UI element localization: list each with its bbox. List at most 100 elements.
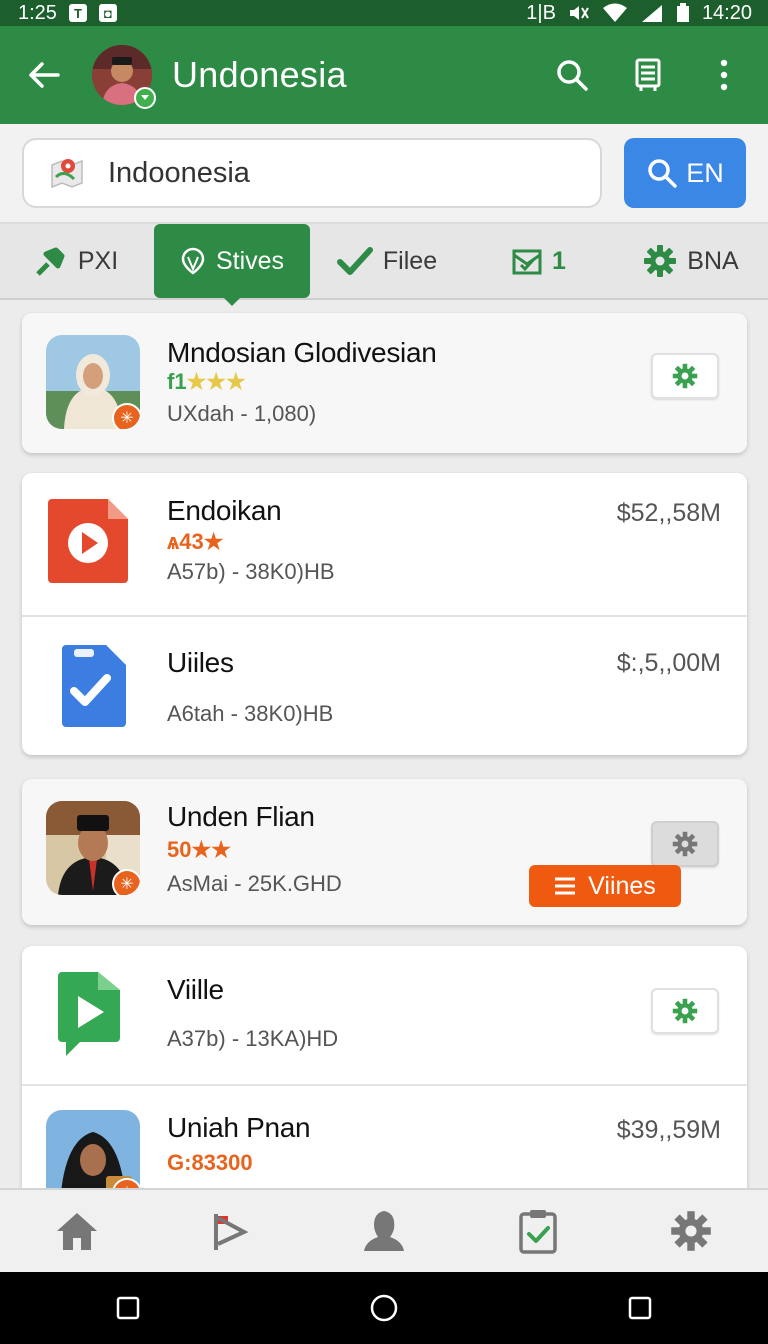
flag-icon	[214, 1214, 249, 1250]
list-item[interactable]: ✳ Uniah Pnan G:83300 $39,,59M	[22, 1084, 747, 1188]
nav-settings[interactable]	[651, 1191, 731, 1271]
back-button-system[interactable]	[610, 1278, 670, 1338]
book-button[interactable]	[620, 47, 676, 103]
map-icon	[181, 247, 205, 275]
tab-label: BNA	[687, 246, 739, 275]
item-subtitle: A6tah - 38K0)HB	[167, 701, 334, 726]
gear-icon	[672, 363, 698, 389]
tab-label: Stives	[215, 246, 285, 275]
search-button[interactable]	[544, 47, 600, 103]
shield-icon: ◘	[98, 4, 117, 22]
list-item[interactable]: Uiiles A6tah - 38K0)HB $:,5,,00M	[22, 615, 747, 755]
search-input[interactable]	[108, 156, 568, 190]
nav-tasks[interactable]	[498, 1191, 578, 1271]
status-clock: 14:20	[701, 1, 752, 24]
badge-icon: ✳	[112, 869, 140, 895]
app-title: Undonesia	[172, 54, 347, 95]
tab-label: PXI	[77, 246, 119, 275]
item-title: Uiiles	[167, 647, 234, 678]
item-subtitle: A57b) - 38K0)HB	[167, 559, 335, 584]
mute-icon	[569, 6, 589, 20]
item-title: Uniah Pnan	[167, 1112, 311, 1143]
person-icon	[363, 1211, 404, 1251]
person-thumbnail: ✳	[46, 335, 140, 429]
list-item[interactable]: Endoikan ѧ43★ A57b) - 38K0)HB $52,,58M	[22, 473, 747, 615]
item-title: Viille	[167, 974, 224, 1005]
search-icon	[557, 60, 588, 91]
settings-button[interactable]	[651, 821, 719, 867]
search-submit-button[interactable]: EN	[624, 138, 746, 208]
list-item[interactable]: ✳ Mndosian Glodivesian f1★★★ UXdah - 1,0…	[22, 313, 747, 453]
home-circle-icon	[370, 1294, 398, 1322]
more-vert-icon	[720, 59, 728, 91]
recents-button[interactable]	[98, 1278, 158, 1338]
list-card[interactable]: ✳ Unden Flian 50★★ AsMai - 25K.GHD Viine…	[22, 779, 747, 925]
recents-square-icon	[116, 1296, 140, 1320]
item-subtitle: A37b) - 13KA)HD	[167, 1026, 339, 1051]
item-price: $52,,58M	[616, 499, 721, 527]
more-button[interactable]	[696, 47, 752, 103]
item-title: Unden Flian	[167, 801, 315, 832]
list-card[interactable]: Viille A37b) - 13KA)HD ✳ Uniah Pnan G:83…	[22, 946, 747, 1188]
bottom-nav	[0, 1188, 768, 1272]
back-square-icon	[628, 1296, 652, 1320]
rating-value: G:83300	[167, 1150, 253, 1175]
gear-icon	[672, 831, 698, 857]
settings-button[interactable]	[651, 353, 719, 399]
nav-flag[interactable]	[190, 1191, 270, 1271]
search-area: EN	[0, 124, 768, 224]
person-thumbnail: ✳	[46, 801, 140, 895]
app-list: ✳ Mndosian Glodivesian f1★★★ UXdah - 1,0…	[0, 300, 768, 1188]
clipboard-check-icon	[62, 645, 126, 727]
notification-icon: T	[68, 4, 87, 22]
tab-bna[interactable]: BNA	[614, 224, 768, 298]
status-right: 1|B 14:20	[526, 2, 752, 25]
wifi-icon	[602, 3, 627, 22]
clipboard-check-icon	[518, 1210, 557, 1254]
item-price: $:,5,,00M	[616, 649, 721, 677]
nav-home[interactable]	[37, 1191, 117, 1271]
status-bar: 1:25 T ◘ 1|B 14:20	[0, 0, 768, 26]
home-icon	[56, 1213, 97, 1250]
rating-value: ѧ43	[167, 529, 204, 554]
tab-filee[interactable]: Filee	[310, 224, 464, 298]
back-arrow-icon	[29, 62, 60, 88]
list-item[interactable]: ✳ Unden Flian 50★★ AsMai - 25K.GHD Viine…	[22, 779, 747, 925]
gear-icon	[644, 245, 677, 277]
rating-value: 50	[167, 837, 192, 862]
person-thumbnail: ✳	[46, 1110, 140, 1188]
settings-button[interactable]	[651, 988, 719, 1034]
tab-label: Filee	[382, 246, 438, 275]
status-time: 1:25	[18, 1, 57, 24]
app-bar: Undonesia	[0, 26, 768, 124]
views-button[interactable]: Viines	[529, 865, 681, 907]
tab-pxi[interactable]: PXI	[0, 224, 154, 298]
location-icon	[51, 159, 83, 189]
home-button[interactable]	[354, 1278, 414, 1338]
rating-stars: ★★	[191, 837, 231, 862]
video-file-icon	[48, 499, 128, 583]
action-label: Viines	[588, 871, 656, 900]
list-card[interactable]: ✳ Mndosian Glodivesian f1★★★ UXdah - 1,0…	[22, 313, 747, 453]
item-subtitle: UXdah - 1,080)	[167, 401, 317, 426]
check-icon	[336, 247, 373, 275]
tab-bar: PXI Stives Filee 1 BNA	[0, 224, 768, 306]
menu-icon	[555, 877, 576, 895]
list-card[interactable]: Endoikan ѧ43★ A57b) - 38K0)HB $52,,58M U…	[22, 473, 747, 755]
item-rating: G:83300	[167, 1150, 253, 1176]
search-box[interactable]	[22, 138, 602, 208]
item-subtitle: AsMai - 25K.GHD	[167, 871, 342, 896]
nav-profile[interactable]	[344, 1191, 424, 1271]
item-price: $39,,59M	[616, 1116, 721, 1144]
tab-stives[interactable]: Stives	[154, 224, 310, 306]
list-item[interactable]: Viille A37b) - 13KA)HD	[22, 946, 747, 1084]
rating-stars: ★★★	[186, 369, 246, 394]
item-title: Mndosian Glodivesian	[167, 337, 437, 368]
avatar[interactable]	[92, 45, 156, 109]
back-button[interactable]	[16, 47, 72, 103]
search-icon	[648, 159, 677, 188]
tab-inbox[interactable]: 1	[464, 224, 614, 298]
status-left: 1:25 T ◘	[18, 2, 117, 25]
language-label: EN	[686, 157, 724, 188]
item-rating: ѧ43★	[167, 529, 223, 555]
